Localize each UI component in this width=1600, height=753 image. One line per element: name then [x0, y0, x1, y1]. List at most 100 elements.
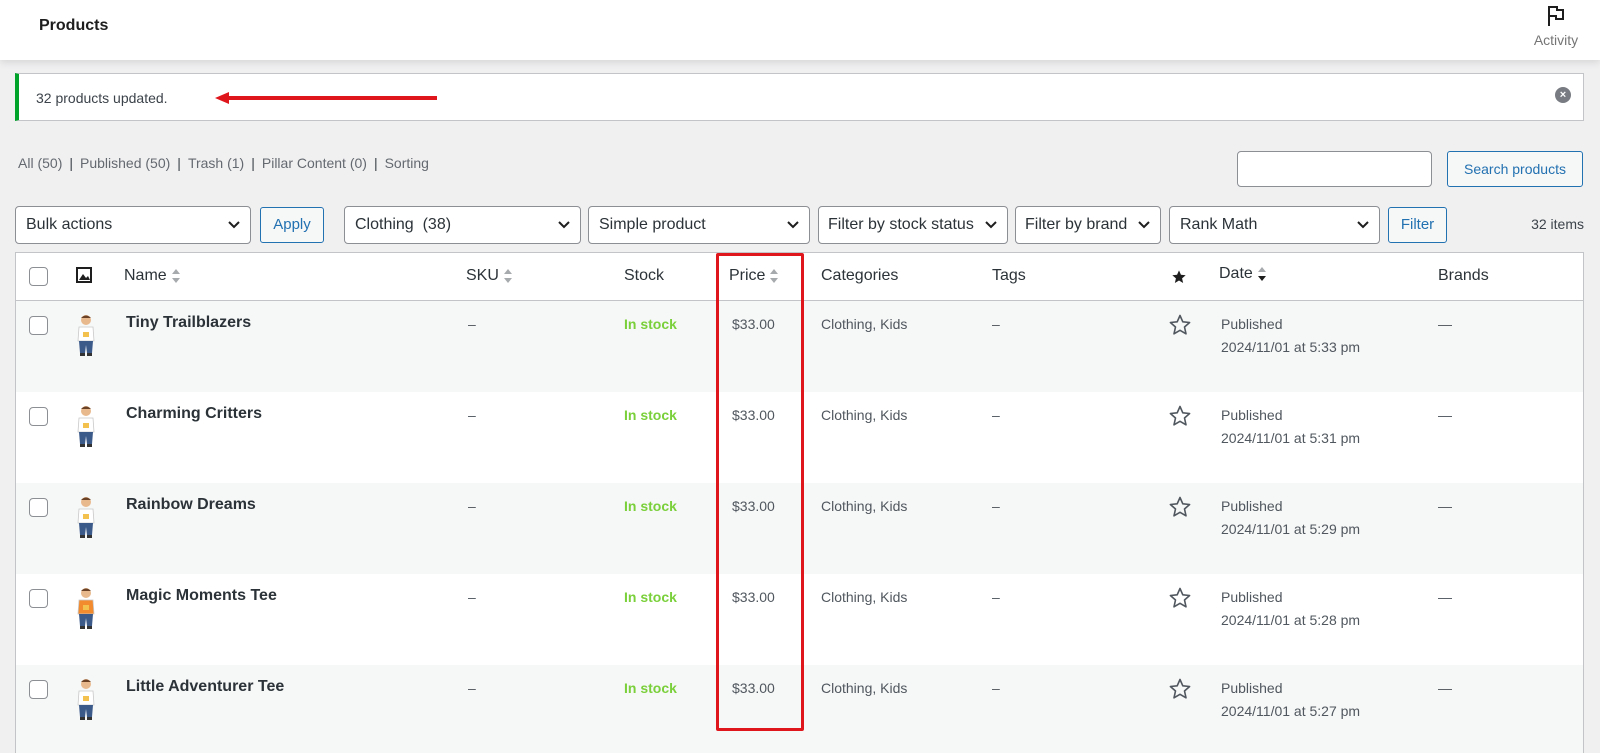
column-name[interactable]: Name [124, 267, 181, 285]
tags-value: – [992, 589, 1000, 605]
featured-star-icon[interactable] [1171, 269, 1187, 285]
view-trash[interactable]: Trash (1) [188, 155, 244, 171]
activity-button[interactable]: Activity [1528, 2, 1584, 48]
product-type-filter[interactable]: Simple product [588, 206, 810, 244]
price-value: $33.00 [732, 407, 775, 423]
column-price[interactable]: Price [729, 267, 779, 285]
column-brands: Brands [1438, 267, 1489, 284]
bulk-actions-select[interactable]: Bulk actions [15, 206, 251, 244]
chevron-down-icon [1357, 221, 1369, 229]
stock-status-value: Filter by stock status [828, 216, 974, 233]
featured-toggle-icon[interactable] [1168, 586, 1192, 610]
stock-status-filter[interactable]: Filter by stock status [818, 206, 1008, 244]
table-row: Magic Moments Tee – In stock $33.00 Clothing… [16, 574, 1583, 665]
row-checkbox[interactable] [29, 680, 48, 699]
brand-value: — [1438, 316, 1452, 332]
sort-icon [171, 269, 180, 283]
table-row: Tiny Trailblazers – In stock $33.00 Clothing… [16, 301, 1583, 392]
table-row: Charming Critters – In stock $33.00 Clothing… [16, 392, 1583, 483]
product-name-link[interactable]: Tiny Trailblazers [126, 314, 251, 332]
view-all[interactable]: All (50) [18, 155, 62, 171]
categories-value[interactable]: Clothing, Kids [821, 316, 907, 332]
chevron-down-icon [558, 221, 570, 229]
sku-value: – [468, 407, 476, 423]
product-thumbnail[interactable] [74, 404, 98, 450]
stock-status: In stock [624, 498, 677, 514]
sku-value: – [468, 316, 476, 332]
stock-status: In stock [624, 407, 677, 423]
product-name-link[interactable]: Charming Critters [126, 405, 262, 423]
row-checkbox[interactable] [29, 316, 48, 335]
bulk-actions-value: Bulk actions [26, 216, 113, 233]
tags-value: – [992, 316, 1000, 332]
brand-value: — [1438, 680, 1452, 696]
view-pillar-content[interactable]: Pillar Content (0) [262, 155, 367, 171]
tags-value: – [992, 680, 1000, 696]
publish-status: Published [1221, 680, 1283, 696]
update-notice: 32 products updated. × [15, 73, 1584, 121]
table-row: Little Adventurer Tee – In stock $33.00 Clot… [16, 665, 1583, 753]
rank-math-filter[interactable]: Rank Math [1169, 206, 1380, 244]
categories-value[interactable]: Clothing, Kids [821, 589, 907, 605]
column-sku[interactable]: SKU [466, 267, 513, 285]
featured-toggle-icon[interactable] [1168, 495, 1192, 519]
chevron-down-icon [228, 221, 240, 229]
row-checkbox[interactable] [29, 407, 48, 426]
brand-filter[interactable]: Filter by brand [1015, 206, 1161, 244]
product-thumbnail[interactable] [74, 495, 98, 541]
publish-status: Published [1221, 589, 1283, 605]
filter-button[interactable]: Filter [1388, 207, 1447, 243]
featured-toggle-icon[interactable] [1168, 677, 1192, 701]
publish-status: Published [1221, 316, 1283, 332]
view-sorting[interactable]: Sorting [385, 155, 429, 171]
brand-value: — [1438, 407, 1452, 423]
apply-button[interactable]: Apply [260, 207, 324, 243]
column-categories: Categories [821, 267, 899, 284]
product-name-link[interactable]: Magic Moments Tee [126, 587, 277, 605]
publish-date: 2024/11/01 at 5:33 pm [1221, 339, 1361, 355]
chevron-down-icon [1138, 221, 1150, 229]
column-tags: Tags [992, 267, 1026, 284]
publish-date: 2024/11/01 at 5:29 pm [1221, 521, 1361, 537]
column-date[interactable]: Date [1219, 265, 1267, 283]
products-table: Name SKU Stock Price Categories Tags Dat… [15, 252, 1584, 753]
select-all-checkbox[interactable] [29, 267, 48, 286]
page-title: Products [39, 17, 109, 34]
sort-desc-icon [1257, 267, 1266, 281]
brand-value: Filter by brand [1025, 216, 1128, 233]
stock-status: In stock [624, 316, 677, 332]
annotation-arrow [215, 92, 437, 104]
publish-status: Published [1221, 407, 1283, 423]
price-value: $33.00 [732, 680, 775, 696]
image-icon [76, 267, 92, 283]
search-products-button[interactable]: Search products [1447, 151, 1583, 187]
status-views: All (50) | Published (50) | Trash (1) | Pillar… [18, 155, 429, 171]
product-thumbnail[interactable] [74, 677, 98, 723]
column-stock: Stock [624, 267, 665, 284]
sku-value: – [468, 680, 476, 696]
chevron-down-icon [787, 221, 799, 229]
row-checkbox[interactable] [29, 498, 48, 517]
tags-value: – [992, 498, 1000, 514]
product-name-link[interactable]: Rainbow Dreams [126, 496, 256, 514]
table-header: Name SKU Stock Price Categories Tags Dat… [16, 253, 1583, 301]
product-thumbnail[interactable] [74, 586, 98, 632]
brand-value: — [1438, 498, 1452, 514]
categories-value[interactable]: Clothing, Kids [821, 407, 907, 423]
categories-value[interactable]: Clothing, Kids [821, 680, 907, 696]
search-input[interactable] [1237, 151, 1432, 187]
dismiss-icon[interactable]: × [1555, 87, 1571, 103]
category-filter[interactable]: Clothing (38) [344, 206, 581, 244]
items-count: 32 items [1531, 216, 1584, 232]
featured-toggle-icon[interactable] [1168, 313, 1192, 337]
category-value: Clothing (38) [355, 216, 452, 233]
price-value: $33.00 [732, 589, 775, 605]
featured-toggle-icon[interactable] [1168, 404, 1192, 428]
publish-date: 2024/11/01 at 5:28 pm [1221, 612, 1361, 628]
chevron-down-icon [985, 221, 997, 229]
product-thumbnail[interactable] [74, 313, 98, 359]
view-published[interactable]: Published (50) [80, 155, 170, 171]
categories-value[interactable]: Clothing, Kids [821, 498, 907, 514]
row-checkbox[interactable] [29, 589, 48, 608]
product-name-link[interactable]: Little Adventurer Tee [126, 678, 284, 696]
